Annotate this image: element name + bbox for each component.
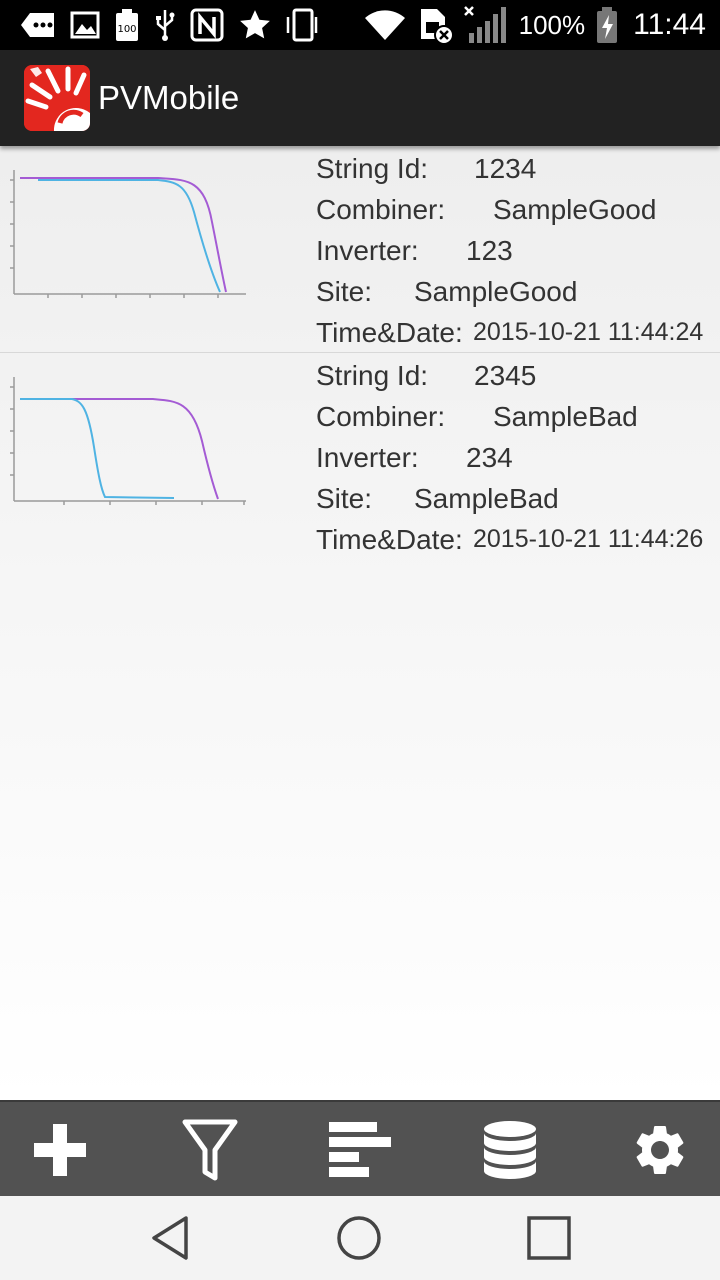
clock: 11:44 <box>633 8 706 41</box>
record-details: String Id: 2345 Combiner: SampleBad Inve… <box>316 355 703 560</box>
reference-curve <box>20 177 227 293</box>
filter-button[interactable] <box>170 1112 250 1188</box>
more-icon <box>20 11 56 39</box>
inverter-row: Inverter: 123 <box>316 230 703 271</box>
measured-curve <box>20 398 175 499</box>
star-icon <box>238 8 272 42</box>
back-button[interactable] <box>135 1208 205 1268</box>
list-item[interactable]: String Id: 1234 Combiner: SampleGood Inv… <box>0 146 720 353</box>
time-date-value: 2015-10-21 11:44:24 <box>473 318 704 346</box>
filter-icon <box>182 1119 238 1181</box>
database-button[interactable] <box>470 1112 550 1188</box>
site-label: Site: <box>316 275 373 307</box>
bottom-toolbar <box>0 1100 720 1196</box>
home-button[interactable] <box>324 1208 394 1268</box>
app-logo <box>24 65 90 131</box>
recents-icon <box>527 1216 571 1260</box>
site-row: Site: SampleGood <box>316 271 703 312</box>
string-id-label: String Id: <box>316 152 429 184</box>
site-value: SampleBad <box>414 482 559 514</box>
sim-card-icon <box>417 5 453 45</box>
time-date-row: Time&Date: 2015-10-21 11:44:24 <box>316 312 703 353</box>
usb-icon <box>154 8 176 42</box>
string-id-row: String Id: 1234 <box>316 148 703 189</box>
records-list[interactable]: String Id: 1234 Combiner: SampleGood Inv… <box>0 146 720 1100</box>
battery-percent: 100% <box>518 9 586 40</box>
settings-button[interactable] <box>620 1112 700 1188</box>
action-bar: PVMobile <box>0 50 720 146</box>
combiner-value: SampleBad <box>493 400 638 432</box>
combiner-label: Combiner: <box>316 193 446 225</box>
battery-saver-icon: 100 <box>114 8 140 42</box>
site-row: Site: SampleBad <box>316 478 703 519</box>
time-date-row: Time&Date: 2015-10-21 11:44:26 <box>316 519 703 560</box>
reference-curve <box>20 398 219 500</box>
vibrate-icon <box>286 7 320 43</box>
battery-charging-icon <box>595 6 619 44</box>
home-icon <box>337 1216 381 1260</box>
list-item[interactable]: String Id: 2345 Combiner: SampleBad Inve… <box>0 353 720 560</box>
recents-button[interactable] <box>514 1208 584 1268</box>
combiner-value: SampleGood <box>493 193 657 225</box>
string-id-value: 1234 <box>474 152 537 184</box>
battery-saver-label: 100 <box>117 24 136 35</box>
back-icon <box>152 1216 188 1260</box>
time-date-label: Time&Date: <box>316 316 463 348</box>
nfc-icon <box>190 8 224 42</box>
inverter-value: 123 <box>466 234 513 266</box>
record-details: String Id: 1234 Combiner: SampleGood Inv… <box>316 148 703 353</box>
navigation-bar <box>0 1196 720 1280</box>
site-value: SampleGood <box>414 275 578 307</box>
string-id-label: String Id: <box>316 359 429 391</box>
status-bar-notifications: 100 <box>20 0 320 50</box>
time-date-value: 2015-10-21 11:44:26 <box>473 525 704 553</box>
inverter-label: Inverter: <box>316 234 419 266</box>
iv-curve-graph <box>10 170 246 298</box>
database-icon <box>484 1121 536 1179</box>
time-date-label: Time&Date: <box>316 523 463 555</box>
add-button[interactable] <box>20 1112 100 1188</box>
inverter-label: Inverter: <box>316 441 419 473</box>
gear-icon <box>636 1126 684 1174</box>
inverter-value: 234 <box>466 441 513 473</box>
combiner-label: Combiner: <box>316 400 446 432</box>
string-id-value: 2345 <box>474 359 537 391</box>
string-id-row: String Id: 2345 <box>316 355 703 396</box>
wifi-icon <box>363 8 407 42</box>
add-icon <box>34 1124 86 1176</box>
measured-curve <box>38 179 221 293</box>
combiner-row: Combiner: SampleBad <box>316 396 703 437</box>
sun-logo-icon <box>24 65 90 131</box>
status-bar-system: 100% 11:44 <box>363 0 706 50</box>
status-bar: 100 100% 11:44 <box>0 0 720 50</box>
bar-chart-icon <box>329 1122 391 1177</box>
app-title: PVMobile <box>98 79 240 116</box>
inverter-row: Inverter: 234 <box>316 437 703 478</box>
site-label: Site: <box>316 482 373 514</box>
combiner-row: Combiner: SampleGood <box>316 189 703 230</box>
signal-icon <box>463 5 509 45</box>
iv-curve-graph <box>10 377 246 505</box>
image-icon <box>70 11 100 39</box>
sort-button[interactable] <box>320 1112 400 1188</box>
